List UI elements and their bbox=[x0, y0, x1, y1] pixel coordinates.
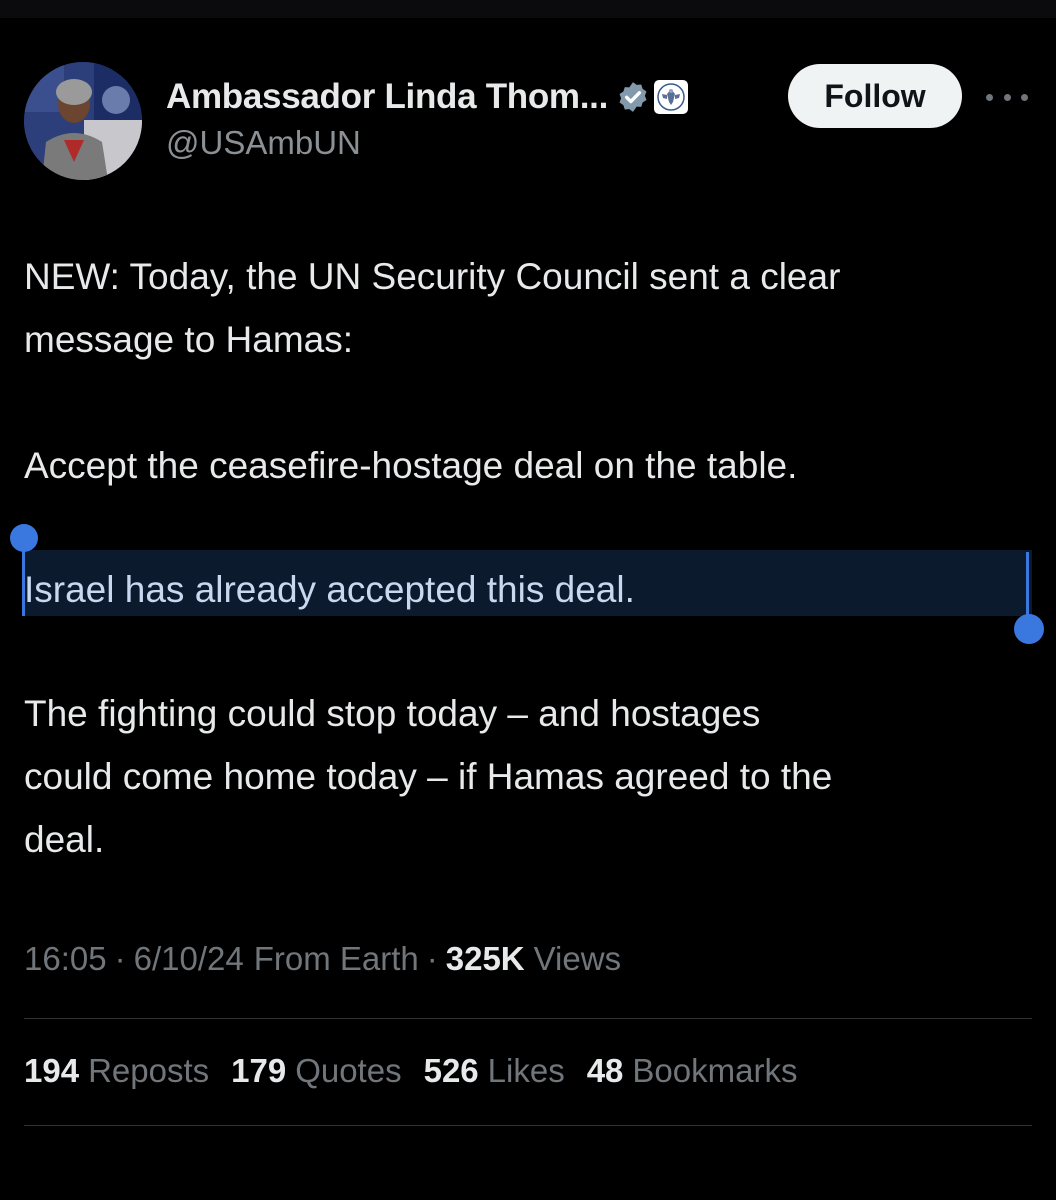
avatar[interactable] bbox=[24, 62, 142, 180]
author-handle[interactable]: @USAmbUN bbox=[166, 124, 361, 162]
divider bbox=[24, 1018, 1032, 1019]
follow-button[interactable]: Follow bbox=[788, 64, 962, 128]
more-dot bbox=[1021, 93, 1028, 101]
stat-label: Quotes bbox=[295, 1052, 402, 1089]
tweet-text-line: The fighting could stop today – and host… bbox=[24, 693, 761, 734]
profile-photo-icon bbox=[24, 62, 142, 180]
selection-end-handle-knob[interactable] bbox=[1014, 614, 1044, 644]
divider bbox=[24, 1125, 1032, 1126]
tweet-text-line: message to Hamas: bbox=[24, 319, 354, 360]
stat-label: Likes bbox=[487, 1052, 565, 1089]
views-count[interactable]: 325K bbox=[446, 940, 525, 978]
more-dot bbox=[986, 93, 993, 101]
tweet-text-line: could come home today – if Hamas agreed … bbox=[24, 756, 833, 797]
stat-label: Reposts bbox=[88, 1052, 210, 1089]
verified-badge-icon bbox=[619, 82, 647, 112]
stat-count: 526 bbox=[423, 1052, 479, 1089]
stat-count: 194 bbox=[24, 1052, 80, 1089]
engagement-stats: 194 Reposts 179 Quotes 526 Likes 48 Book… bbox=[24, 1052, 819, 1090]
more-options-icon[interactable] bbox=[986, 88, 1028, 106]
tweet-text-line: deal. bbox=[24, 819, 105, 860]
more-dot bbox=[1003, 93, 1011, 101]
tweet-time[interactable]: 16:05 bbox=[24, 940, 107, 978]
stat-label: Bookmarks bbox=[632, 1052, 798, 1089]
meta-separator: · bbox=[114, 940, 126, 977]
views-label: Views bbox=[533, 940, 622, 977]
stat-quotes[interactable]: 179 Quotes bbox=[231, 1052, 401, 1090]
stat-bookmarks[interactable]: 48 Bookmarks bbox=[587, 1052, 798, 1090]
top-strip bbox=[0, 0, 1056, 18]
tweet-date[interactable]: 6/10/24 bbox=[134, 940, 244, 978]
tweet-text-line: NEW: Today, the UN Security Council sent… bbox=[24, 256, 841, 297]
stat-count: 48 bbox=[586, 1052, 624, 1089]
tweet-text-line-selected[interactable]: Israel has already accepted this deal. bbox=[24, 559, 635, 621]
tweet-source: From Earth bbox=[253, 940, 419, 977]
stat-reposts[interactable]: 194 Reposts bbox=[24, 1052, 209, 1090]
author-display-name[interactable]: Ambassador Linda Thom... bbox=[166, 77, 608, 117]
tweet-text-line: Accept the ceasefire-hostage deal on the… bbox=[24, 445, 798, 486]
tweet-meta: 16:05 · 6/10/24 From Earth · 325K Views bbox=[24, 940, 621, 978]
selection-start-handle-knob[interactable] bbox=[10, 524, 38, 552]
author-name-row: Ambassador Linda Thom... bbox=[166, 74, 689, 120]
us-seal-icon[interactable] bbox=[654, 80, 689, 114]
stat-count: 179 bbox=[231, 1052, 287, 1089]
stat-likes[interactable]: 526 Likes bbox=[424, 1052, 565, 1090]
meta-separator: · bbox=[426, 940, 438, 977]
